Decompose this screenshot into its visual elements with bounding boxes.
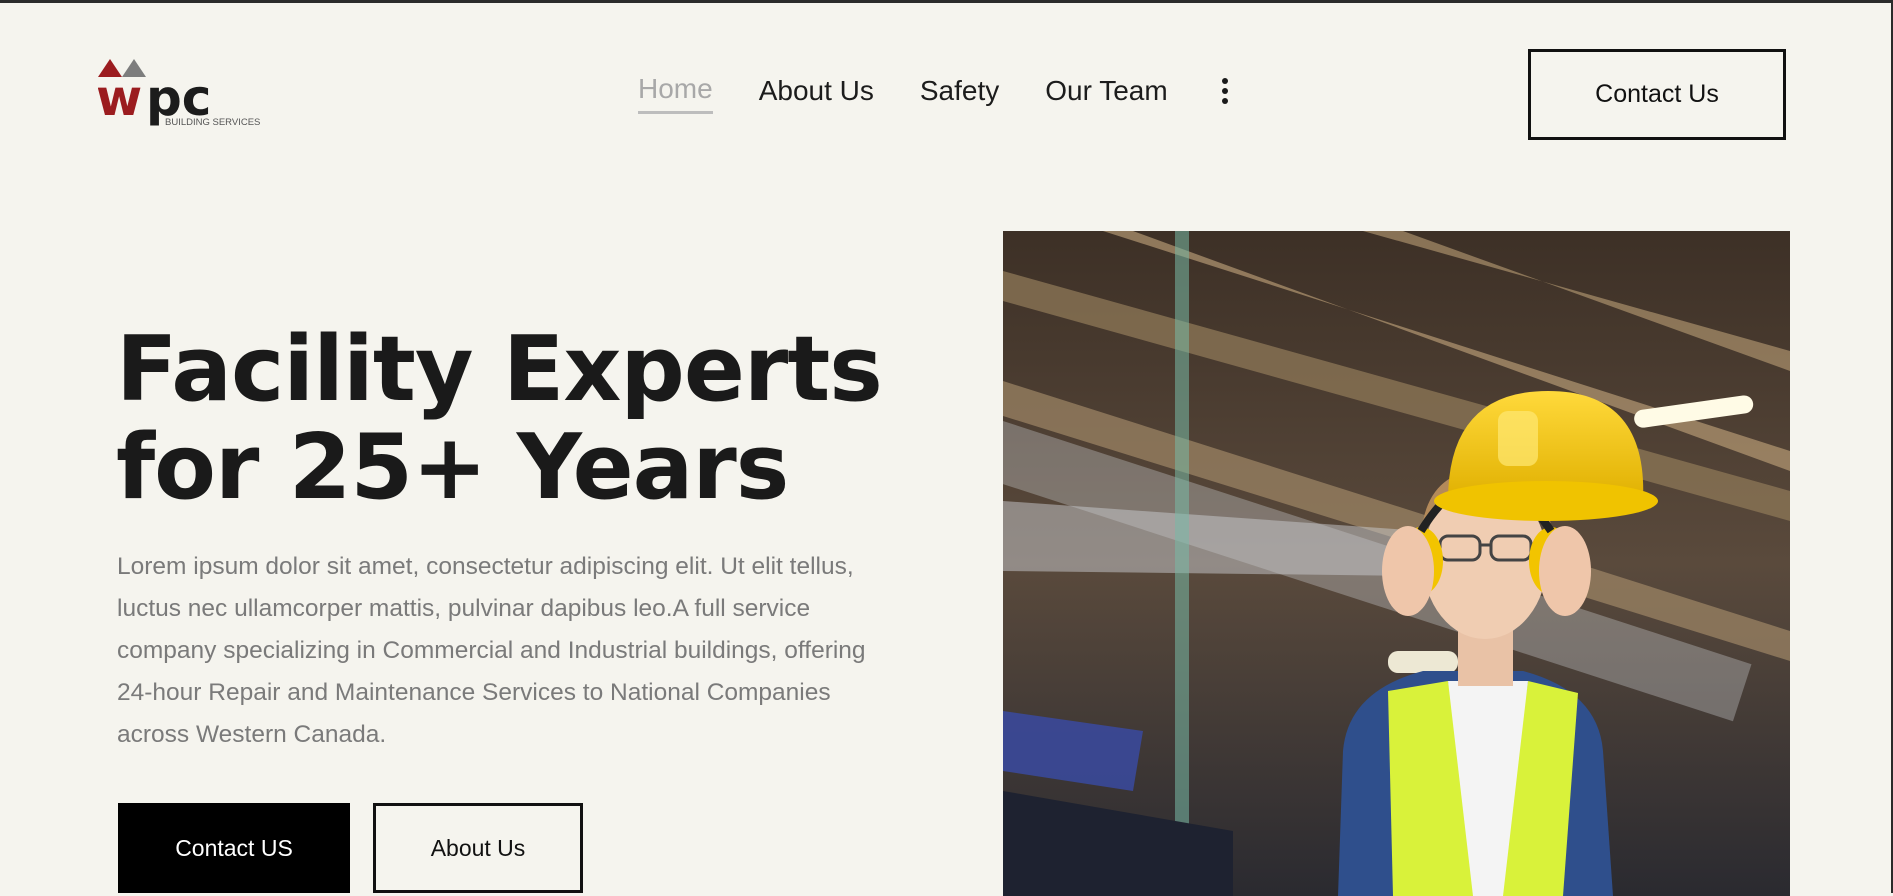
hero-about-button[interactable]: About Us [373, 803, 583, 893]
hero-headline-line-1: Facility Experts [116, 317, 883, 422]
hero-description: Lorem ipsum dolor sit amet, consectetur … [117, 553, 866, 748]
nav-item-safety[interactable]: Safety [920, 75, 999, 113]
hero-headline-line-2: for 25+ Years [116, 415, 789, 520]
wpc-logo-graphic: w pc BUILDING SERVICES [96, 59, 260, 128]
hero-image-worker [1003, 231, 1790, 896]
company-logo[interactable]: w pc BUILDING SERVICES [96, 59, 264, 129]
main-nav: Home About Us Safety Our Team [638, 73, 1236, 114]
hero-headline: Facility Experts for 25+ Years [116, 321, 883, 520]
nav-item-about-us[interactable]: About Us [759, 75, 874, 113]
nav-item-our-team[interactable]: Our Team [1045, 75, 1167, 113]
nav-item-home[interactable]: Home [638, 73, 713, 114]
header-contact-button[interactable]: Contact Us [1528, 49, 1786, 140]
logo-tagline: BUILDING SERVICES [165, 117, 260, 128]
logo-mark-w: w [98, 69, 142, 127]
more-menu-icon[interactable] [1214, 74, 1236, 108]
worker-photo-illustration [1003, 231, 1790, 896]
hero-contact-button[interactable]: Contact US [118, 803, 350, 893]
